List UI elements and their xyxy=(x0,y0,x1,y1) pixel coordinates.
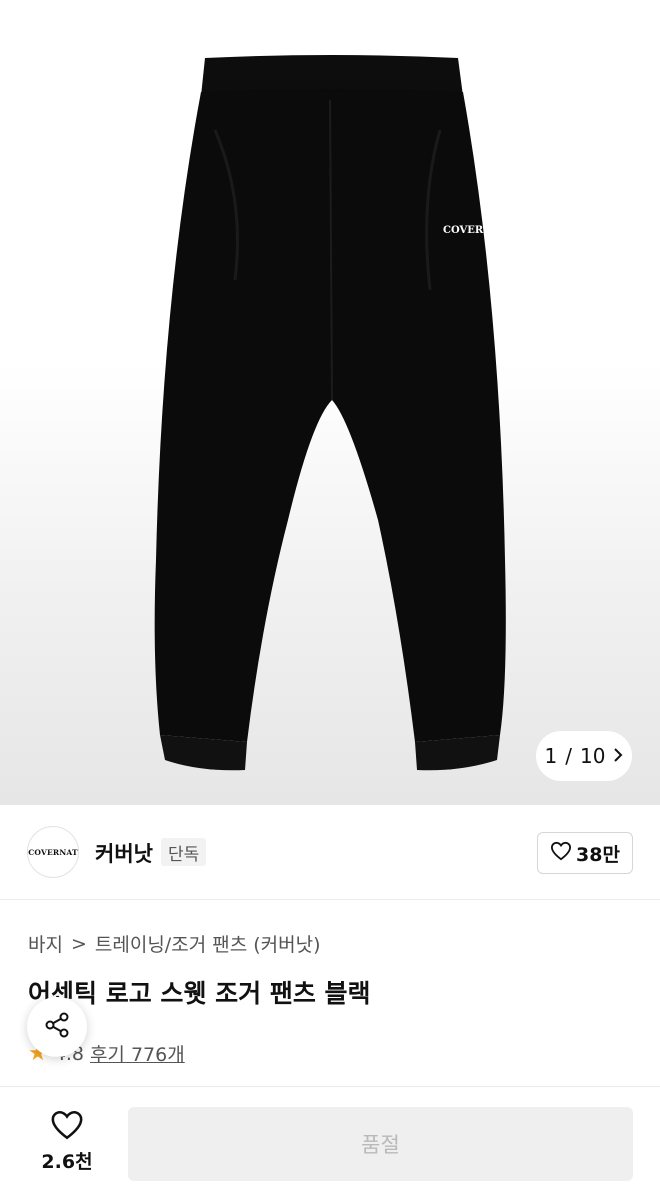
image-pager[interactable]: 1 / 10 xyxy=(536,731,632,781)
brand-row: COVERNAT 커버낫 단독 38만 xyxy=(0,805,660,900)
exclusive-badge: 단독 xyxy=(161,838,207,866)
brand-logo[interactable]: COVERNAT xyxy=(27,826,79,878)
brand-name[interactable]: 커버낫 xyxy=(95,838,153,868)
soldout-button[interactable]: 품절 xyxy=(128,1107,633,1181)
breadcrumb: 바지 > 트레이닝/조거 팬츠 (커버낫) xyxy=(28,930,320,957)
chevron-right-icon xyxy=(613,744,623,768)
breadcrumb-subcategory[interactable]: 트레이닝/조거 팬츠 (커버낫) xyxy=(95,930,321,957)
heart-icon xyxy=(50,1110,84,1145)
breadcrumb-category[interactable]: 바지 xyxy=(28,930,63,957)
wish-count: 2.6천 xyxy=(41,1151,93,1173)
wish-button[interactable]: 2.6천 xyxy=(30,1109,104,1174)
product-photo-jogger-pants: COVERNAT xyxy=(154,55,508,771)
heart-icon xyxy=(550,841,572,866)
pager-separator: / xyxy=(565,744,573,768)
share-icon xyxy=(42,1010,72,1044)
product-title: 어센틱 로고 스웻 조거 팬츠 블랙 xyxy=(28,979,371,1008)
product-image-carousel[interactable]: COVERNAT 1 / 10 xyxy=(0,0,660,805)
brand-like-count: 38만 xyxy=(576,843,620,866)
garment-logo: COVERNAT xyxy=(443,225,508,236)
reviews-link[interactable]: 후기 776개 xyxy=(90,1040,185,1067)
pager-current: 1 xyxy=(544,744,558,768)
bottom-action-bar: 2.6천 품절 xyxy=(0,1086,660,1200)
breadcrumb-separator: > xyxy=(70,932,87,955)
brand-logo-text: COVERNAT xyxy=(28,847,78,857)
pager-total: 10 xyxy=(580,744,606,768)
brand-like-button[interactable]: 38만 xyxy=(537,832,633,874)
share-button[interactable] xyxy=(27,997,87,1057)
